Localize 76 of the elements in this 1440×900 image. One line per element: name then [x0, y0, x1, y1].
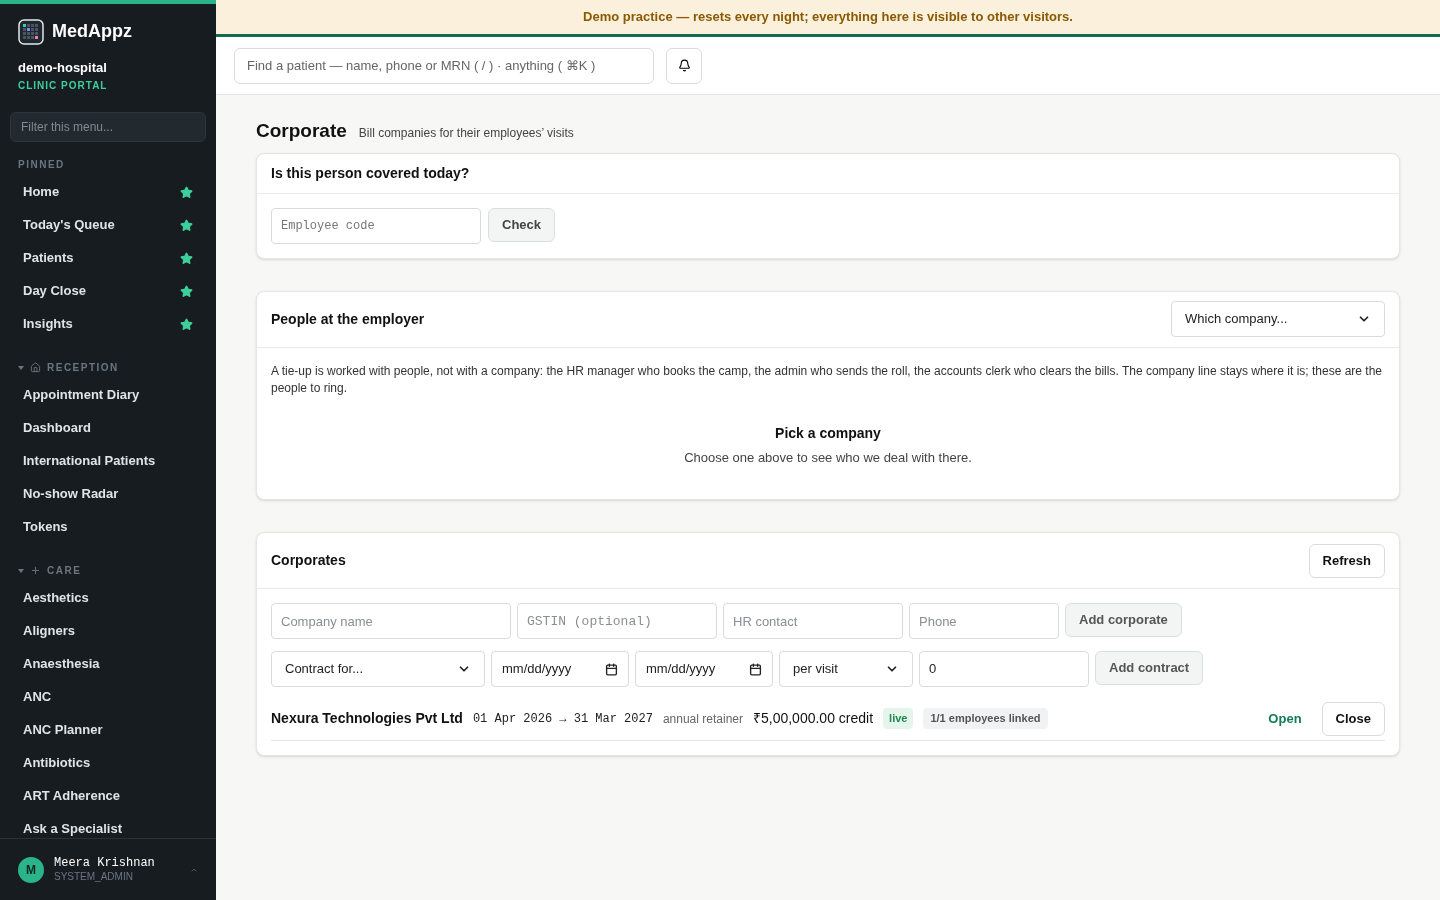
star-icon[interactable] [180, 284, 193, 298]
bell-icon [677, 59, 691, 72]
demo-banner: Demo practice — resets every night; everything here is visible to other visitors. [216, 0, 1440, 37]
sidebar-item[interactable]: ANC [10, 680, 206, 714]
search-field[interactable]: Find a patient — name, phone or MRN ( / ) · anything ( ⌘K ) [234, 47, 654, 84]
sidebar-item[interactable]: Patients [10, 241, 206, 275]
company-name: Nexura Technologies Pvt Ltd [271, 709, 463, 728]
portal-label: CLINIC PORTAL [17, 78, 109, 93]
card-title: Corporates [271, 551, 346, 570]
sidebar-item[interactable]: Anaesthesia [10, 647, 206, 681]
input-field[interactable]: Company name [271, 603, 511, 639]
date-field[interactable]: mm/dd/yyyy [635, 651, 773, 687]
credit-amount: ₹5,00,000.00 credit [753, 709, 874, 728]
contract-type: annual retainer [662, 710, 743, 728]
input-field[interactable]: Phone [909, 603, 1059, 639]
add-contract-button[interactable]: Add contract [1095, 651, 1204, 685]
caret-icon[interactable] [18, 364, 24, 371]
select-field[interactable]: per visit [779, 651, 913, 687]
star-icon[interactable] [180, 218, 193, 232]
caret-icon[interactable] [18, 567, 24, 574]
sidebar-item[interactable]: Antibiotics [10, 746, 206, 780]
sidebar-item[interactable]: Aesthetics [10, 581, 206, 615]
org-name: demo-hospital [17, 59, 108, 77]
linked-badge: 1/1 employees linked [923, 708, 1048, 729]
status-badge: live [883, 708, 914, 729]
input-field[interactable]: GSTIN (optional) [517, 603, 717, 639]
section-label: CARE [47, 564, 82, 578]
user-role: SYSTEM_ADMIN [54, 870, 134, 884]
contract-period: 01 Apr 2026 → 31 Mar 2027 [472, 710, 653, 728]
user-name: Meera Krishnan [54, 855, 156, 871]
page-title: Corporate [256, 119, 347, 143]
calendar-icon [605, 662, 618, 676]
brand-name: MedAppz [52, 20, 132, 43]
select-field[interactable]: Contract for... [271, 651, 485, 687]
notifications-button[interactable] [666, 47, 702, 84]
star-icon[interactable] [180, 251, 193, 265]
calendar-icon [749, 662, 762, 676]
check-button[interactable]: Check [488, 207, 556, 242]
sidebar-item[interactable]: International Patients [10, 444, 206, 478]
sidebar-item[interactable]: Day Close [10, 274, 206, 308]
filter-field[interactable]: Filter this menu... [10, 111, 206, 142]
add-corporate-button[interactable]: Add corporate [1065, 603, 1182, 637]
sidebar-item[interactable]: Today's Queue [10, 208, 206, 242]
sidebar-item[interactable]: Ask a Specialist [10, 812, 206, 838]
card-title: Is this person covered today? [271, 163, 470, 183]
close-button[interactable]: Close [1321, 701, 1385, 736]
sidebar-item[interactable]: ART Adherence [10, 779, 206, 813]
empty-title: Pick a company [774, 423, 882, 443]
sidebar-item[interactable]: Aligners [10, 614, 206, 648]
section-label: RECEPTION [47, 361, 119, 375]
card-title: People at the employer [271, 309, 425, 329]
input-field[interactable]: HR contact [723, 603, 903, 639]
page-subtitle: Bill companies for their employees’ visits [358, 125, 574, 142]
employee-code-field[interactable]: Employee code [271, 207, 481, 244]
sidebar-item[interactable]: No-show Radar [10, 477, 206, 511]
sidebar-item[interactable]: Home [10, 175, 206, 209]
refresh-button[interactable]: Refresh [1308, 543, 1385, 578]
empty-text: Choose one above to see who we deal with there. [683, 448, 973, 467]
open-link[interactable]: Open [1258, 708, 1312, 729]
explanation-text: A tie-up is worked with people, not with a company: the HR manager who books the camp, the admin who sends the roll, the accounts clerk who clears the bills. The company line stays where it is; these are the people to ring. [271, 362, 1383, 397]
sidebar-item[interactable]: Dashboard [10, 411, 206, 445]
sidebar-item[interactable]: ANC Planner [10, 713, 206, 747]
section-label: PINNED [18, 158, 65, 172]
star-icon[interactable] [180, 317, 193, 331]
date-field[interactable]: mm/dd/yyyy [491, 651, 629, 687]
select-field[interactable]: Which company... [1171, 301, 1385, 337]
logo-icon [18, 18, 44, 45]
user-avatar: M [18, 856, 44, 883]
sidebar-item[interactable]: Tokens [10, 510, 206, 544]
plus-icon [30, 565, 41, 576]
house-icon [30, 362, 41, 373]
user-panel[interactable]: M Meera Krishnan SYSTEM_ADMIN [0, 838, 216, 900]
number-field[interactable]: 0 [919, 651, 1089, 687]
star-icon[interactable] [180, 185, 193, 199]
sidebar-item[interactable]: Appointment Diary [10, 378, 206, 412]
sidebar-item[interactable]: Insights [10, 307, 206, 341]
